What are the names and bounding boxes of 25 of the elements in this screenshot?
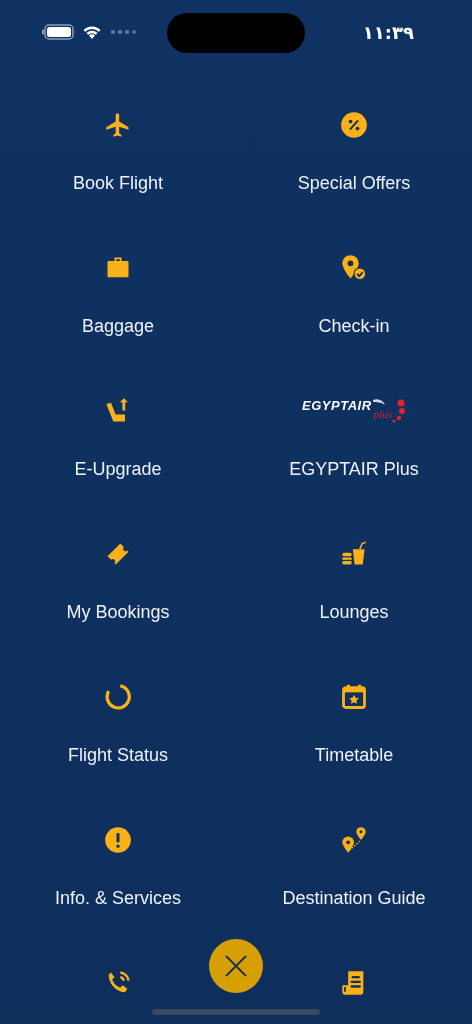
food-drink-icon <box>340 540 368 568</box>
menu-item-label[interactable]: Timetable <box>314 743 394 767</box>
route-pins-icon <box>340 826 368 854</box>
location-check-icon <box>340 254 368 282</box>
menu-item-label[interactable]: Special Offers <box>297 171 411 195</box>
menu-item-label[interactable]: Book Flight <box>72 171 163 195</box>
menu-item-label[interactable]: Flight Status <box>67 743 168 767</box>
battery-icon <box>42 24 74 40</box>
menu-item-label[interactable]: Baggage <box>81 314 155 338</box>
menu-item-label[interactable]: Check-in <box>318 314 390 338</box>
discount-badge-icon <box>340 111 368 139</box>
menu-item-label[interactable]: E-Upgrade <box>74 457 162 481</box>
close-button[interactable] <box>209 939 263 993</box>
menu-item-label[interactable]: Info. & Services <box>54 886 182 910</box>
menu-item-label[interactable]: Lounges <box>319 600 389 624</box>
status-time: ١١:٣٩ <box>362 21 414 43</box>
circular-progress-icon <box>104 683 132 711</box>
menu-item-label[interactable]: EGYPTAIR Plus <box>289 457 419 481</box>
menu-item-label[interactable]: Destination Guide <box>282 886 426 910</box>
info-alert-icon <box>104 826 132 854</box>
airplane-icon <box>104 111 132 139</box>
signal-icon <box>110 29 136 35</box>
close-icon <box>225 955 247 977</box>
menu-item-label[interactable]: My Bookings <box>66 600 170 624</box>
wifi-icon <box>82 24 102 40</box>
